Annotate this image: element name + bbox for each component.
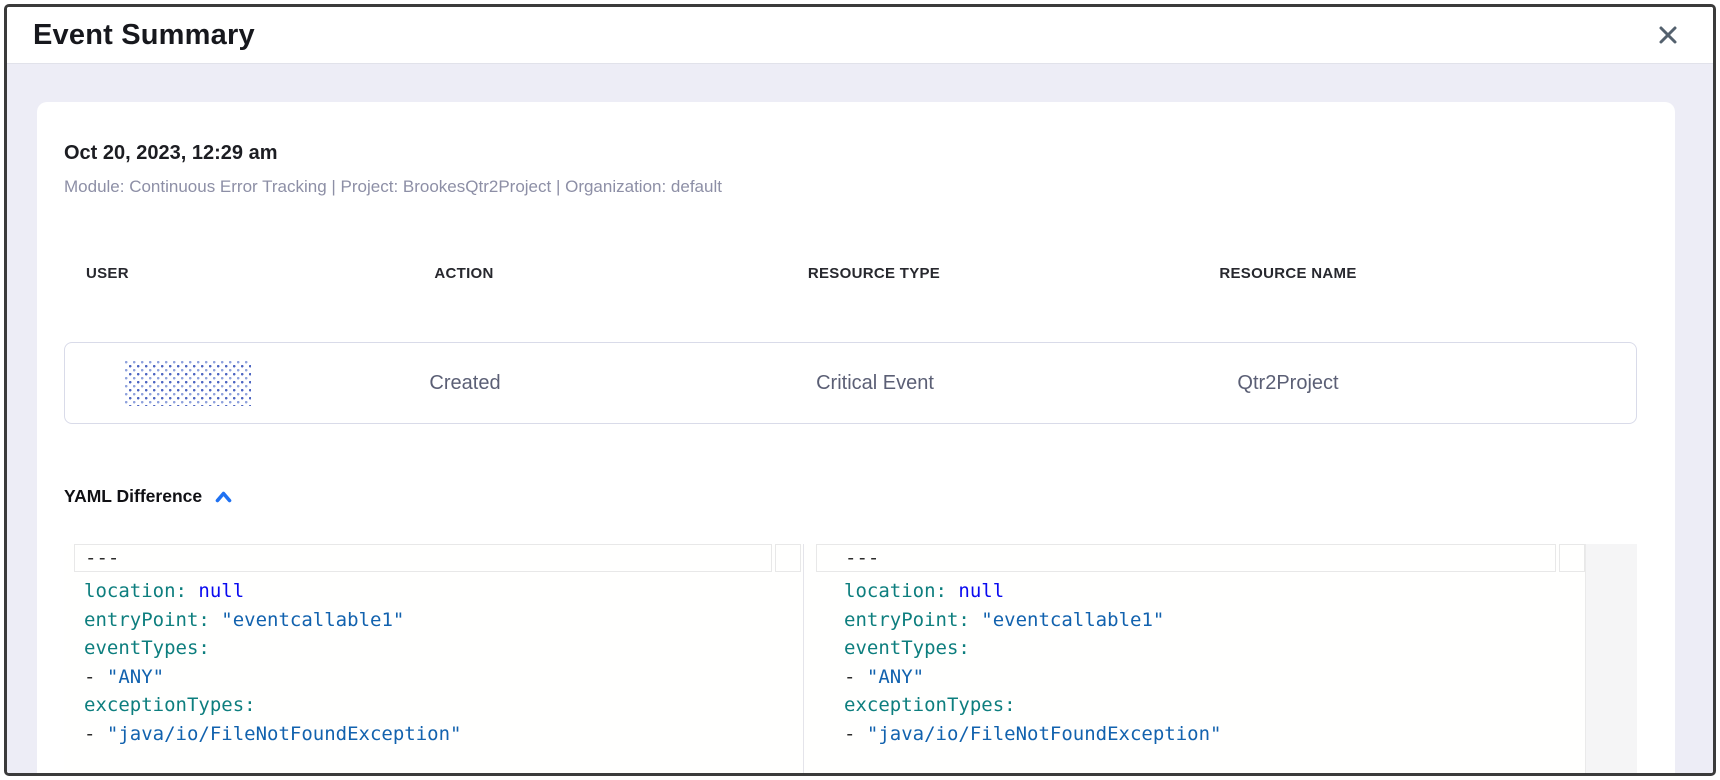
code-line: location: null	[84, 577, 801, 606]
event-timestamp: Oct 20, 2023, 12:29 am	[64, 142, 1637, 165]
code-line: location: null	[844, 577, 1585, 606]
column-header-action: ACTION	[239, 265, 689, 282]
action-cell: Created	[240, 372, 690, 395]
code-body[interactable]: location: nullentryPoint: "eventcallable…	[804, 577, 1585, 748]
code-line: - "ANY"	[844, 663, 1585, 692]
user-cell	[65, 361, 240, 406]
modal-body: Oct 20, 2023, 12:29 am Module: Continuou…	[7, 64, 1713, 773]
redacted-user-pattern	[125, 361, 251, 406]
yaml-difference-label: YAML Difference	[64, 486, 202, 507]
code-first-line: ---	[74, 544, 801, 572]
resource-name-cell: Qtr2Project	[1060, 372, 1636, 395]
event-card: Oct 20, 2023, 12:29 am Module: Continuou…	[37, 102, 1675, 773]
code-line: exceptionTypes:	[844, 691, 1585, 720]
x-icon	[1657, 24, 1679, 46]
yaml-difference-header: YAML Difference	[64, 486, 1637, 507]
scrollbar-slot[interactable]	[1559, 544, 1585, 572]
code-line: - "java/io/FileNotFoundException"	[844, 720, 1585, 749]
code-line: - "ANY"	[84, 663, 801, 692]
column-header-resource-name: RESOURCE NAME	[1059, 265, 1637, 282]
code-line: exceptionTypes:	[84, 691, 801, 720]
code-line: entryPoint: "eventcallable1"	[844, 606, 1585, 635]
modal-header: Event Summary	[7, 7, 1713, 64]
modal-title: Event Summary	[33, 19, 255, 52]
close-button[interactable]	[1653, 20, 1683, 50]
event-meta: Module: Continuous Error Tracking | Proj…	[64, 177, 1637, 197]
yaml-diff-viewer: --- location: nullentryPoint: "eventcall…	[64, 544, 1637, 773]
yaml-diff-pane-left[interactable]: --- location: nullentryPoint: "eventcall…	[64, 544, 804, 773]
diff-overview-ruler[interactable]	[1585, 544, 1637, 773]
code-line: eventTypes:	[844, 634, 1585, 663]
code-line: - "java/io/FileNotFoundException"	[84, 720, 801, 749]
code-body[interactable]: location: nullentryPoint: "eventcallable…	[64, 577, 801, 748]
table-header-row: USER ACTION RESOURCE TYPE RESOURCE NAME	[64, 265, 1637, 282]
code-line: entryPoint: "eventcallable1"	[84, 606, 801, 635]
resource-type-cell: Critical Event	[690, 372, 1060, 395]
column-header-resource-type: RESOURCE TYPE	[689, 265, 1059, 282]
collapse-toggle-button[interactable]	[213, 488, 234, 506]
scrollbar-slot[interactable]	[775, 544, 801, 572]
code-first-line-text: ---	[74, 544, 772, 572]
code-first-line: ---	[816, 544, 1585, 572]
table-row: Created Critical Event Qtr2Project	[64, 342, 1637, 424]
chevron-up-icon	[213, 488, 234, 506]
code-line: eventTypes:	[84, 634, 801, 663]
event-summary-modal: Event Summary Oct 20, 2023, 12:29 am Mod…	[4, 4, 1716, 776]
column-header-user: USER	[64, 265, 239, 282]
code-first-line-text: ---	[816, 544, 1556, 572]
yaml-diff-pane-right[interactable]: --- location: nullentryPoint: "eventcall…	[804, 544, 1637, 773]
